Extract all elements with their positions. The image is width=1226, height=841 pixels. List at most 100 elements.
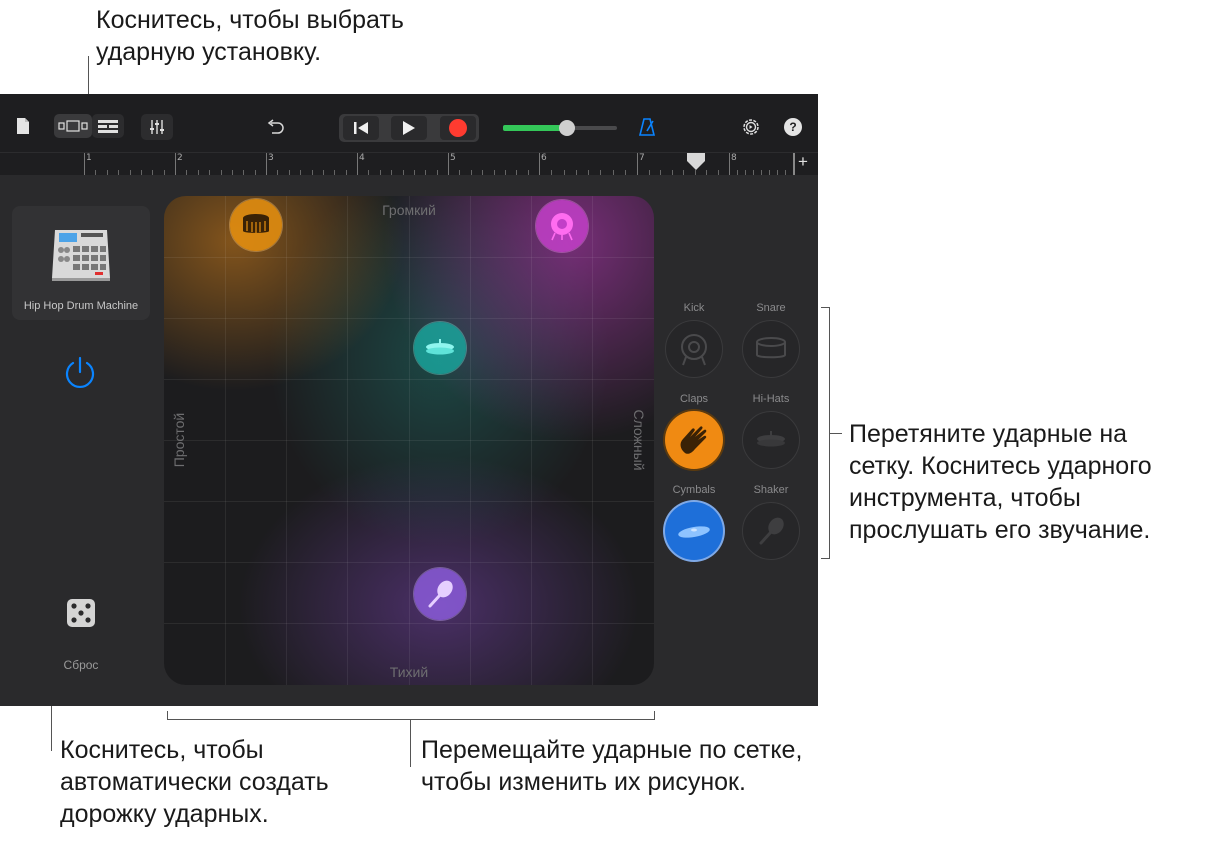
ruler-minor-tick <box>312 170 313 175</box>
timeline-ruler[interactable]: 1 2 3 4 5 6 7 8 + <box>0 152 818 175</box>
ruler-minor-tick <box>221 170 222 175</box>
snare-icon <box>756 337 786 359</box>
power-icon[interactable] <box>62 354 98 395</box>
play-icon[interactable] <box>391 116 427 140</box>
ruler-major-tick <box>448 153 449 175</box>
ruler-minor-tick <box>564 170 565 175</box>
callout-text: Перемещайте ударные по сетке, <box>421 736 803 764</box>
complex-label: Сложный <box>631 409 647 471</box>
ruler-minor-tick <box>737 170 738 175</box>
grid-line <box>592 196 593 685</box>
help-label: ? <box>789 120 797 134</box>
ruler-minor-tick <box>785 170 786 175</box>
grid-line <box>225 196 226 685</box>
bar-number: 8 <box>731 153 737 163</box>
help-icon[interactable]: ? <box>784 118 802 136</box>
bar-number: 7 <box>639 153 645 163</box>
undo-icon[interactable] <box>264 116 286 138</box>
grid-line <box>409 196 410 685</box>
volume-slider[interactable] <box>503 120 617 136</box>
grid-line <box>531 196 532 685</box>
bracket-right <box>821 307 830 308</box>
record-icon[interactable] <box>440 116 476 140</box>
ruler-minor-tick <box>232 170 233 175</box>
volume-handle[interactable] <box>559 120 575 136</box>
pad-cymbals[interactable] <box>665 502 723 560</box>
pad-kick[interactable] <box>665 320 723 378</box>
bar-number: 5 <box>450 153 456 163</box>
bar-number: 3 <box>268 153 274 163</box>
pad-label: Shaker <box>753 484 789 496</box>
drummer-xy-grid[interactable]: Громкий Тихий Простой Сложный <box>164 196 654 685</box>
kick-icon <box>681 334 707 366</box>
ruler-minor-tick <box>471 170 472 175</box>
ruler-minor-tick <box>494 170 495 175</box>
ruler-minor-tick <box>777 170 778 175</box>
tracks-view-icon[interactable] <box>92 114 124 138</box>
settings-icon[interactable] <box>740 116 762 138</box>
quiet-label: Тихий <box>389 664 429 680</box>
ruler-minor-tick <box>505 170 506 175</box>
callout-text: Коснитесь, чтобы выбрать <box>96 6 404 34</box>
ruler-minor-tick <box>718 170 719 175</box>
ruler-minor-tick <box>300 170 301 175</box>
pad-snare[interactable] <box>742 320 800 378</box>
bracket-right <box>821 558 830 559</box>
ruler-minor-tick <box>289 170 290 175</box>
ruler-minor-tick <box>683 170 684 175</box>
volume-fill <box>503 125 567 131</box>
drum-kit-selector[interactable]: Hip Hop Drum Machine <box>12 206 150 320</box>
bracket-bottom <box>167 719 655 720</box>
ruler-minor-tick <box>745 170 746 175</box>
ruler-minor-tick <box>323 170 324 175</box>
grid-line <box>286 196 287 685</box>
bar-number: 6 <box>541 153 547 163</box>
pad-hihats[interactable] <box>742 411 800 469</box>
ruler-major-tick <box>84 153 85 175</box>
callout-text: инструмента, чтобы <box>849 484 1081 512</box>
bracket-right <box>829 433 842 434</box>
ruler-minor-tick <box>425 170 426 175</box>
callout-move-drums: Перемещайте ударные по сетке, чтобы изме… <box>421 734 802 798</box>
pad-label: Claps <box>679 393 709 405</box>
add-section-button[interactable]: + <box>798 152 808 172</box>
callout-text: Перетяните ударные на <box>849 420 1128 448</box>
pad-label: Cymbals <box>672 484 716 496</box>
grid-drum-hihat[interactable] <box>414 322 466 374</box>
mixer-icon[interactable] <box>141 114 173 140</box>
grid-line <box>347 196 348 685</box>
ruler-minor-tick <box>761 170 762 175</box>
kit-name: Hip Hop Drum Machine <box>23 300 139 312</box>
ruler-minor-tick <box>368 170 369 175</box>
ruler-minor-tick <box>753 170 754 175</box>
ruler-minor-tick <box>186 170 187 175</box>
pad-claps[interactable] <box>665 411 723 469</box>
hihat-icon <box>757 431 785 447</box>
callout-drag-drums: Перетяните ударные на сетку. Коснитесь у… <box>849 418 1152 546</box>
pad-shaker[interactable] <box>742 502 800 560</box>
grid-line <box>470 196 471 685</box>
ruler-minor-tick <box>672 170 673 175</box>
dice-icon[interactable] <box>66 598 96 633</box>
kick-icon <box>551 213 573 241</box>
playhead-handle[interactable] <box>686 153 706 170</box>
ruler-minor-tick <box>600 170 601 175</box>
ruler-minor-tick <box>243 170 244 175</box>
pad-label: Snare <box>756 302 786 314</box>
bar-number: 2 <box>177 153 183 163</box>
grid-drum-snare[interactable] <box>230 199 282 251</box>
drum-machine-icon <box>51 224 111 287</box>
go-to-start-icon[interactable] <box>343 116 379 140</box>
document-icon[interactable] <box>14 116 32 136</box>
grid-drum-kick[interactable] <box>536 200 588 252</box>
ruler-minor-tick <box>255 170 256 175</box>
ruler-major-tick <box>175 153 176 175</box>
view-toggle-icon[interactable] <box>54 114 92 138</box>
grid-drum-shaker[interactable] <box>414 568 466 620</box>
callout-auto-create: Коснитесь, чтобы автоматически создать д… <box>60 734 329 830</box>
ruler-minor-tick <box>660 170 661 175</box>
metronome-icon[interactable] <box>636 116 658 138</box>
ruler-minor-tick <box>516 170 517 175</box>
callout-text: чтобы изменить их рисунок. <box>421 768 746 796</box>
ruler-minor-tick <box>334 170 335 175</box>
